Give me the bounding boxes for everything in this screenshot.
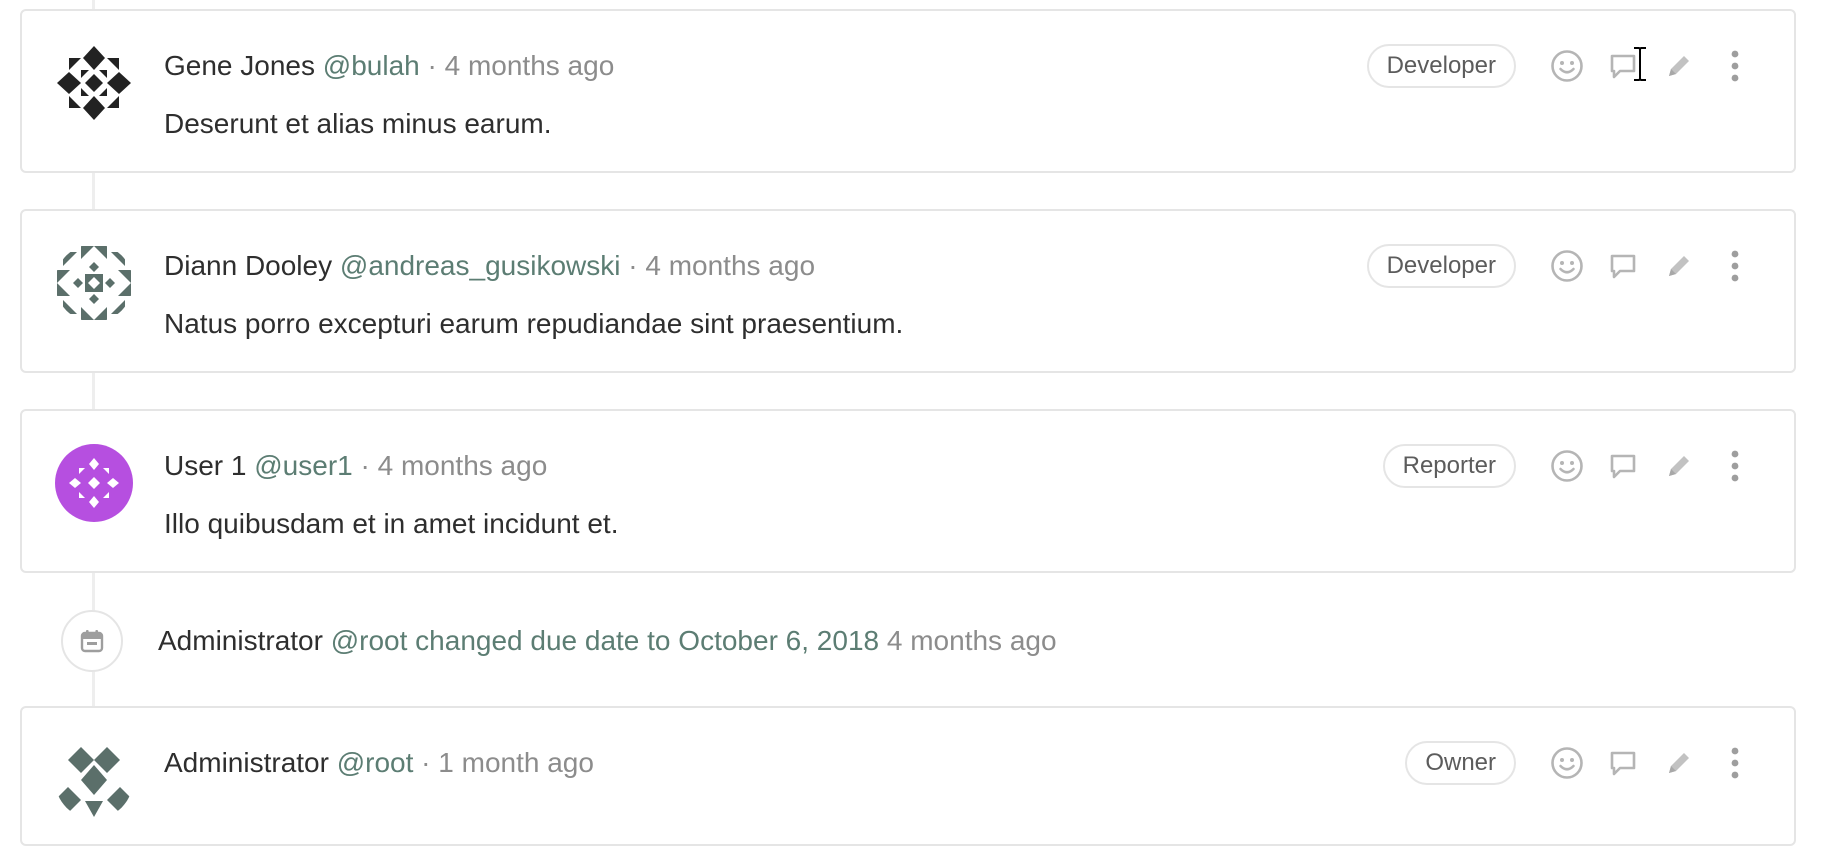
role-badge: Owner	[1405, 741, 1516, 785]
note-body: Natus porro excepturi earum repudiandae …	[164, 308, 904, 339]
avatar[interactable]	[55, 741, 133, 819]
separator: ·	[360, 450, 370, 481]
note-header: Diann Dooley @andreas_gusikowski · 4 mon…	[164, 249, 815, 283]
system-author-name[interactable]: Administrator	[158, 625, 323, 656]
author-username[interactable]: @bulah	[323, 50, 420, 81]
edit-button[interactable]	[1656, 243, 1702, 289]
comment-icon	[1610, 254, 1636, 279]
note-body: Illo quibusdam et in amet incidunt et.	[164, 508, 619, 539]
more-actions-button[interactable]	[1712, 243, 1758, 289]
calendar-icon	[80, 630, 104, 653]
note-timestamp[interactable]: 4 months ago	[645, 250, 815, 281]
pencil-icon	[1669, 256, 1689, 276]
kebab-icon	[1731, 50, 1739, 82]
add-reaction-button[interactable]	[1544, 43, 1590, 89]
pencil-icon	[1669, 56, 1689, 76]
kebab-icon	[1731, 250, 1739, 282]
system-note-timestamp[interactable]: 4 months ago	[887, 625, 1057, 656]
role-badge: Developer	[1366, 244, 1516, 288]
note-timestamp[interactable]: 4 months ago	[378, 450, 548, 481]
separator: ·	[427, 50, 437, 81]
pencil-icon	[1669, 753, 1689, 773]
note-card: User 1 @user1 · 4 months ago Illo quibus…	[20, 409, 1796, 573]
more-actions-button[interactable]	[1712, 740, 1758, 786]
reply-button[interactable]	[1600, 443, 1646, 489]
comment-icon	[1610, 454, 1636, 479]
role-badge: Reporter	[1382, 444, 1516, 488]
note-header: User 1 @user1 · 4 months ago	[164, 449, 547, 483]
role-badge: Developer	[1366, 44, 1516, 88]
note-card: Diann Dooley @andreas_gusikowski · 4 mon…	[20, 209, 1796, 373]
note-actions: Owner	[1405, 740, 1758, 786]
smiley-icon	[1551, 747, 1583, 779]
smiley-icon	[1551, 250, 1583, 282]
comment-icon	[1610, 751, 1636, 776]
smiley-icon	[1551, 50, 1583, 82]
add-reaction-button[interactable]	[1544, 443, 1590, 489]
note-actions: Developer	[1366, 243, 1758, 289]
more-actions-button[interactable]	[1712, 443, 1758, 489]
system-author-username[interactable]: @root	[331, 625, 408, 656]
note-timestamp[interactable]: 4 months ago	[445, 50, 615, 81]
comment-icon	[1610, 54, 1636, 79]
add-reaction-button[interactable]	[1544, 740, 1590, 786]
system-note-icon	[61, 610, 123, 672]
note-actions: Developer	[1366, 43, 1758, 89]
author-name[interactable]: Administrator	[164, 747, 329, 778]
avatar[interactable]	[55, 44, 133, 122]
note-timestamp[interactable]: 1 month ago	[438, 747, 594, 778]
edit-button[interactable]	[1656, 443, 1702, 489]
reply-button[interactable]	[1600, 740, 1646, 786]
author-name[interactable]: User 1	[164, 450, 246, 481]
smiley-icon	[1551, 450, 1583, 482]
note-body: Deserunt et alias minus earum.	[164, 108, 552, 139]
kebab-icon	[1731, 450, 1739, 482]
note-card: Administrator @root · 1 month ago Owner	[20, 706, 1796, 846]
author-name[interactable]: Diann Dooley	[164, 250, 332, 281]
edit-button[interactable]	[1656, 740, 1702, 786]
author-username[interactable]: @root	[337, 747, 414, 778]
system-note: Administrator @root changed due date to …	[0, 606, 1832, 678]
avatar[interactable]	[55, 444, 133, 522]
author-name[interactable]: Gene Jones	[164, 50, 315, 81]
reply-button[interactable]	[1600, 43, 1646, 89]
add-reaction-button[interactable]	[1544, 243, 1590, 289]
note-header: Gene Jones @bulah · 4 months ago	[164, 49, 614, 83]
kebab-icon	[1731, 747, 1739, 779]
author-username[interactable]: @user1	[254, 450, 352, 481]
separator: ·	[421, 747, 431, 778]
note-header: Administrator @root · 1 month ago	[164, 746, 594, 780]
author-username[interactable]: @andreas_gusikowski	[340, 250, 621, 281]
separator: ·	[628, 250, 638, 281]
system-note-action: changed due date to October 6, 2018	[415, 625, 880, 656]
pencil-icon	[1669, 456, 1689, 476]
avatar[interactable]	[55, 244, 133, 322]
note-card: Gene Jones @bulah · 4 months ago Deserun…	[20, 9, 1796, 173]
reply-button[interactable]	[1600, 243, 1646, 289]
edit-button[interactable]	[1656, 43, 1702, 89]
system-note-text: Administrator @root changed due date to …	[158, 624, 1057, 658]
note-actions: Reporter	[1382, 443, 1758, 489]
more-actions-button[interactable]	[1712, 43, 1758, 89]
